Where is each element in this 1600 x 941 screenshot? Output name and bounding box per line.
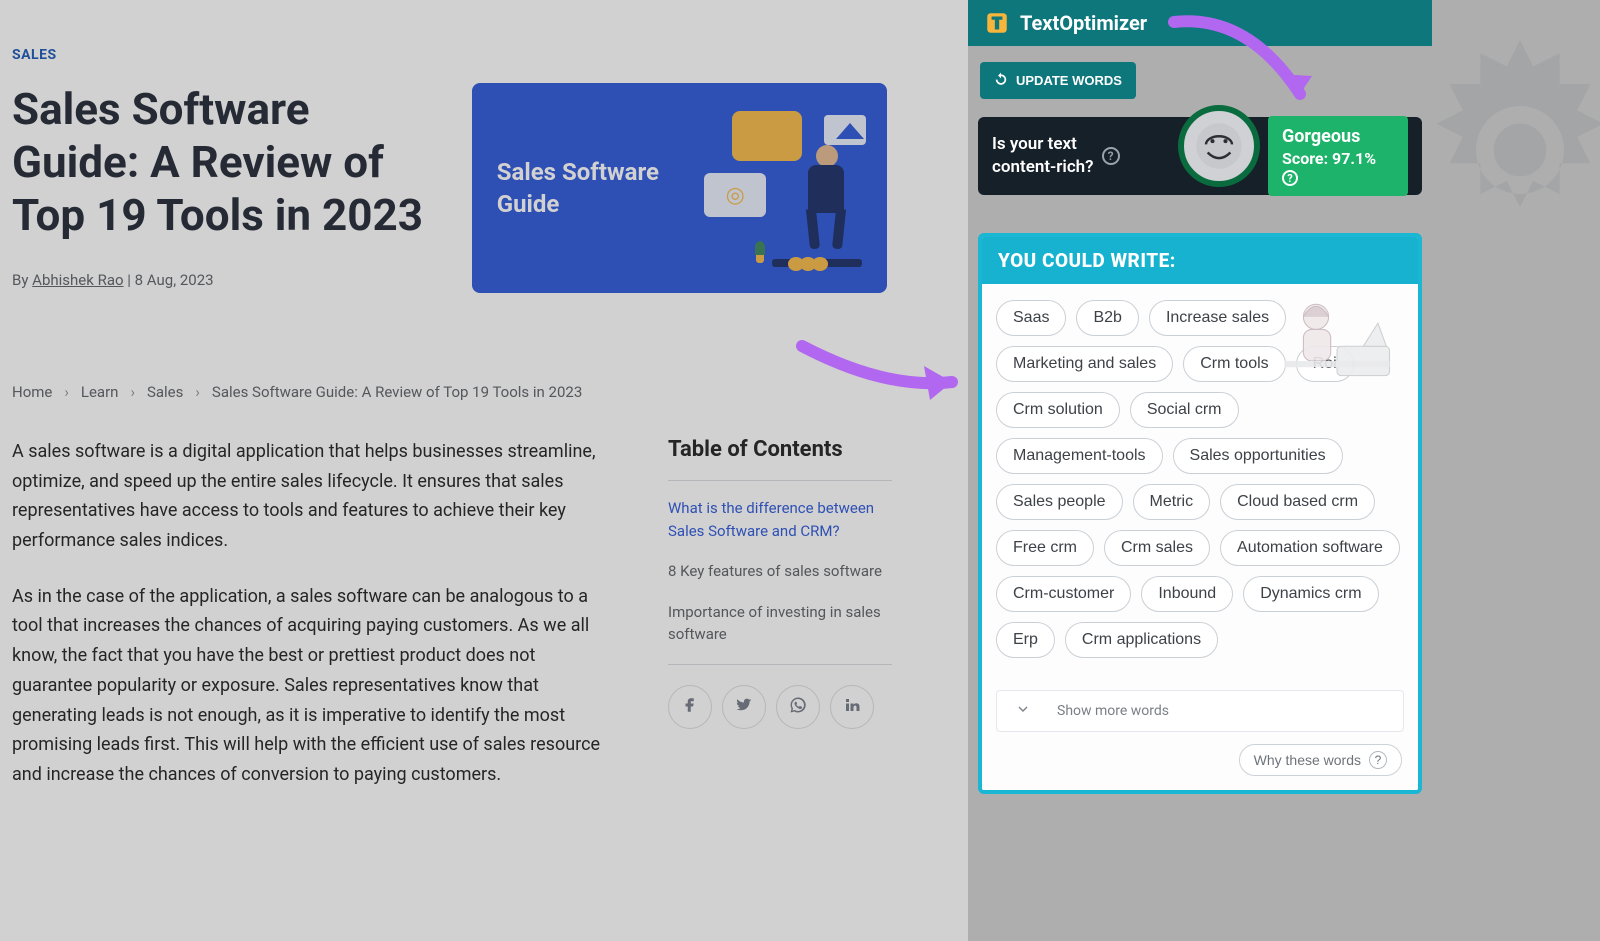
keyword-chip[interactable]: Management-tools — [996, 438, 1163, 474]
chevron-right-icon: › — [64, 383, 69, 401]
chevron-down-icon — [1015, 701, 1031, 721]
refresh-icon — [994, 72, 1008, 89]
byline-separator: | — [124, 271, 135, 289]
share-twitter-button[interactable] — [722, 685, 766, 729]
toc-item[interactable]: Importance of investing in sales softwar… — [668, 601, 892, 646]
help-icon[interactable]: ? — [1102, 147, 1120, 165]
breadcrumb-current: Sales Software Guide: A Review of Top 19… — [212, 383, 582, 401]
keyword-chip[interactable]: Crm solution — [996, 392, 1120, 428]
hero-card: Sales Software Guide — [472, 83, 887, 293]
chevron-right-icon: › — [195, 383, 200, 401]
text-optimizer-title: TextOptimizer — [1020, 11, 1147, 35]
article-panel: SALES Sales Software Guide: A Review of … — [0, 0, 968, 941]
breadcrumb-sales[interactable]: Sales — [147, 383, 183, 401]
divider — [668, 664, 892, 665]
keyword-chip[interactable]: Crm applications — [1065, 622, 1218, 658]
suggestions-title: YOU COULD WRITE: — [982, 237, 1418, 284]
why-these-words-button[interactable]: Why these words ? — [1239, 744, 1402, 776]
table-of-contents: Table of Contents What is the difference… — [668, 437, 892, 816]
chevron-right-icon: › — [130, 383, 135, 401]
text-optimizer-sidebar: TextOptimizer UPDATE WORDS Is your text … — [968, 0, 1600, 941]
keyword-chip[interactable]: Erp — [996, 622, 1055, 658]
help-icon: ? — [1369, 751, 1387, 769]
article-paragraph: As in the case of the application, a sal… — [12, 582, 618, 790]
keyword-chip[interactable]: B2b — [1076, 300, 1138, 336]
keyword-chip[interactable]: Dynamics crm — [1243, 576, 1378, 612]
keyword-chip[interactable]: Crm sales — [1104, 530, 1210, 566]
keyword-chip[interactable]: Crm tools — [1183, 346, 1285, 382]
article-body: A sales software is a digital applicatio… — [12, 437, 618, 816]
keyword-chip[interactable]: Sales people — [996, 484, 1123, 520]
text-optimizer-logo-icon — [984, 10, 1010, 36]
keyword-chip[interactable]: Free crm — [996, 530, 1094, 566]
keyword-chip[interactable]: Marketing and sales — [996, 346, 1173, 382]
help-icon[interactable]: ? — [1282, 170, 1298, 186]
hero-illustration — [692, 103, 862, 273]
whatsapp-icon — [789, 696, 807, 717]
keyword-chip[interactable]: Increase sales — [1149, 300, 1286, 336]
page-title: Sales Software Guide: A Review of Top 19… — [12, 83, 442, 241]
toc-heading: Table of Contents — [668, 437, 892, 462]
annotation-arrow — [796, 336, 972, 406]
gear-background-icon — [1410, 40, 1600, 260]
writer-illustration — [1274, 293, 1400, 389]
show-more-label: Show more words — [1057, 703, 1169, 719]
keyword-chip[interactable]: Social crm — [1130, 392, 1239, 428]
byline-date: 8 Aug, 2023 — [135, 271, 214, 289]
keyword-chip[interactable]: Crm-customer — [996, 576, 1131, 612]
keyword-chip[interactable]: Cloud based crm — [1220, 484, 1375, 520]
share-linkedin-button[interactable] — [830, 685, 874, 729]
breadcrumb-learn[interactable]: Learn — [81, 383, 119, 401]
keyword-chip[interactable]: Automation software — [1220, 530, 1400, 566]
show-more-words-button[interactable]: Show more words — [996, 690, 1404, 732]
update-words-button[interactable]: UPDATE WORDS — [980, 62, 1136, 99]
toc-item[interactable]: What is the difference between Sales Sof… — [668, 497, 892, 542]
article-paragraph: A sales software is a digital applicatio… — [12, 437, 618, 556]
keyword-chip[interactable]: Saas — [996, 300, 1066, 336]
score-question: Is your text content-rich? ? — [992, 133, 1120, 179]
hero-title: Sales Software Guide — [497, 156, 687, 221]
score-value: Score: 97.1% — [1282, 149, 1376, 168]
toc-item[interactable]: 8 Key features of sales software — [668, 560, 892, 583]
share-facebook-button[interactable] — [668, 685, 712, 729]
breadcrumb-home[interactable]: Home — [12, 383, 52, 401]
category-link[interactable]: SALES — [12, 47, 57, 63]
keyword-chip[interactable]: Metric — [1133, 484, 1211, 520]
share-whatsapp-button[interactable] — [776, 685, 820, 729]
score-gorgeous: Gorgeous — [1282, 126, 1394, 147]
annotation-arrow — [1168, 8, 1328, 128]
keyword-chip[interactable]: Sales opportunities — [1173, 438, 1343, 474]
facebook-icon — [681, 696, 699, 717]
suggestions-card: YOU COULD WRITE: Saas B2b Increase sales… — [978, 233, 1422, 794]
linkedin-icon — [843, 696, 861, 717]
author-link[interactable]: Abhishek Rao — [32, 271, 123, 289]
byline: By Abhishek Rao | 8 Aug, 2023 — [12, 271, 442, 289]
score-card: Is your text content-rich? ? Gorgeous Sc… — [978, 117, 1422, 195]
why-words-label: Why these words — [1254, 752, 1361, 768]
update-words-label: UPDATE WORDS — [1016, 73, 1122, 88]
twitter-icon — [735, 696, 753, 717]
keyword-chip[interactable]: Inbound — [1141, 576, 1233, 612]
divider — [668, 480, 892, 481]
byline-prefix: By — [12, 271, 32, 289]
